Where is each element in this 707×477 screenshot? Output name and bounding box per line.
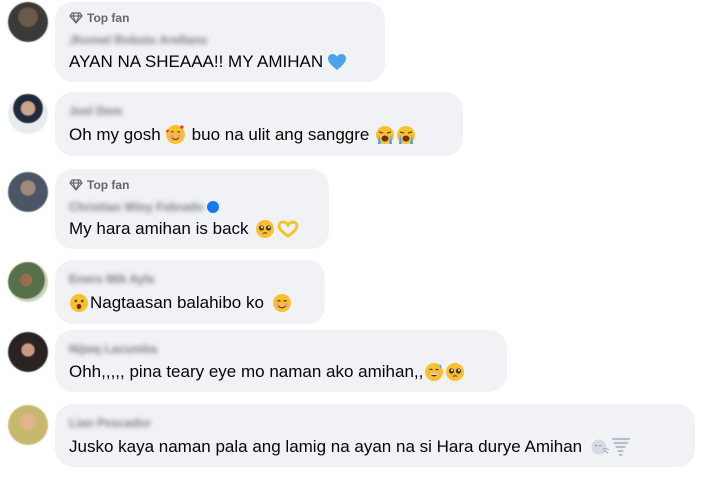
comment-text-content: AYAN NA SHEAAA!! MY AMIHAN (69, 52, 324, 71)
pleading-face-icon (255, 220, 274, 238)
comment-bubble: Enero Mik Ayla Nagtaasan balahibo ko (55, 260, 325, 324)
wind-face-icon (591, 439, 610, 455)
avatar[interactable] (8, 405, 48, 445)
comment-text: My hara amihan is back (69, 219, 299, 239)
loudly-crying-face-icon (376, 125, 395, 144)
comment-text: AYAN NA SHEAAA!! MY AMIHAN (69, 52, 347, 72)
comment-text-content: buo na ulit ang sanggre (191, 124, 370, 144)
smiling-face-with-hearts-icon (165, 125, 185, 144)
avatar[interactable] (8, 262, 48, 302)
badge-label: Top fan (87, 11, 130, 25)
commenter-name[interactable]: Christian Winy Febrado (69, 200, 204, 214)
commenter-name[interactable]: Jhomel Robuto Arellano (69, 33, 207, 47)
grinning-sweat-face-icon (425, 363, 444, 381)
avatar[interactable] (8, 172, 48, 212)
comment-feed: Top fan Jhomel Robuto Arellano AYAN NA S… (0, 0, 707, 477)
commenter-name[interactable]: Enero Mik Ayla (69, 272, 154, 286)
comment-bubble: Top fan Christian Winy Febrado My hara a… (55, 169, 329, 249)
comment-text-content: Ohh,,,,, pina teary eye mo naman ako ami… (69, 362, 424, 381)
comment-text-content: Jusko kaya naman pala ang lamig na ayan … (69, 437, 583, 456)
comment-bubble: Nijwq Lacumba Ohh,,,,, pina teary eye mo… (55, 330, 507, 392)
comment-bubble: Top fan Jhomel Robuto Arellano AYAN NA S… (55, 2, 385, 82)
comment-text: Oh my gosh buo na ulit ang sanggre (69, 124, 416, 145)
pleading-face-icon (446, 363, 465, 381)
face-with-open-mouth-icon (70, 294, 88, 312)
avatar[interactable] (8, 2, 48, 42)
commenter-name[interactable]: Joel Dem (69, 104, 122, 118)
comment-bubble: Joel Dem Oh my gosh buo na ulit ang sang… (55, 92, 463, 156)
comment-text: Ohh,,,,, pina teary eye mo naman ako ami… (69, 362, 465, 382)
comment-text: Nagtaasan balahibo ko (69, 293, 292, 313)
smiling-face-icon (272, 294, 291, 312)
comment-text-content: My hara amihan is back (69, 219, 249, 238)
comment-text: Jusko kaya naman pala ang lamig na ayan … (69, 437, 631, 457)
commenter-name[interactable]: Lian Pescador (69, 416, 151, 430)
avatar[interactable] (8, 94, 48, 134)
avatar[interactable] (8, 332, 48, 372)
verified-badge-icon (206, 201, 219, 213)
loudly-crying-face-icon (397, 125, 416, 144)
comment-bubble: Lian Pescador Jusko kaya naman pala ang … (55, 404, 695, 467)
commenter-name[interactable]: Nijwq Lacumba (69, 342, 157, 356)
badge-label: Top fan (87, 178, 130, 192)
tornado-icon (612, 437, 631, 457)
heart-hands-icon (277, 220, 299, 238)
comment-text-content: Oh my gosh (69, 124, 161, 144)
comment-text-content: Nagtaasan balahibo ko (90, 293, 264, 312)
diamond-icon (69, 12, 83, 24)
top-fan-badge: Top fan (69, 10, 129, 26)
top-fan-badge: Top fan (69, 177, 129, 193)
diamond-icon (69, 179, 83, 191)
blue-heart-icon (328, 54, 347, 70)
